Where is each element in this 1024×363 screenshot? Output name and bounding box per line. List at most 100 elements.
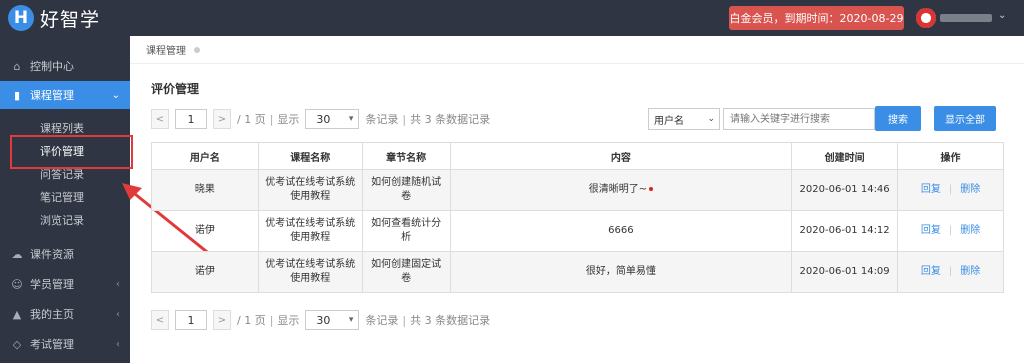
- logo[interactable]: H 好智学: [8, 4, 100, 32]
- sidebar-item-label: 控制中心: [30, 60, 74, 73]
- cell-actions: 回复 | 删除: [897, 251, 1004, 293]
- sidebar-item-dashboard[interactable]: ⌂ 控制中心: [0, 52, 130, 80]
- sidebar-item-label: 课件资源: [30, 248, 74, 261]
- cell-user: 晓果: [151, 169, 259, 211]
- sidebar-item-students[interactable]: ☺ 学员管理 ‹: [0, 270, 130, 298]
- page-number-input[interactable]: 1: [175, 310, 207, 330]
- search-input[interactable]: [723, 108, 875, 130]
- records-label: 条记录: [365, 314, 399, 327]
- next-page-button[interactable]: >: [213, 109, 231, 129]
- reply-link[interactable]: 回复: [921, 266, 941, 277]
- sidebar-item-exams[interactable]: ◇ 考试管理 ‹: [0, 330, 130, 358]
- tag-icon: ◇: [12, 337, 22, 351]
- divider: |: [269, 313, 274, 327]
- app-name: 好智学: [40, 8, 101, 31]
- divider: |: [402, 313, 407, 327]
- column-header: 用户名: [151, 142, 259, 170]
- show-label: 显示: [277, 314, 300, 327]
- search-field-value: 用户名: [654, 115, 684, 127]
- book-icon: ▮: [13, 88, 21, 102]
- membership-badge: 白金会员，到期时间：2020-08-29: [729, 6, 904, 30]
- chevron-down-icon[interactable]: ⌄: [998, 10, 1006, 21]
- sidebar-item-label: 考试管理: [30, 338, 74, 351]
- sidebar-item-homepage[interactable]: ▲ 我的主页 ‹: [0, 300, 130, 328]
- show-label: 显示: [277, 113, 300, 126]
- sidebar-item-course-management[interactable]: ▮ 课程管理 ⌄: [0, 81, 130, 109]
- pager-bottom: < 1 > / 1 页 | 显示 30 ▾ 条记录 | 共 3 条数据记录: [151, 309, 490, 331]
- total-records: 共 3 条数据记录: [410, 113, 491, 126]
- show-all-button[interactable]: 显示全部: [934, 106, 996, 131]
- username-redacted[interactable]: [940, 14, 992, 22]
- chevron-down-icon: ⌄: [707, 114, 715, 124]
- avatar[interactable]: [916, 8, 936, 28]
- page-size-value: 30: [316, 313, 331, 327]
- next-page-button[interactable]: >: [213, 310, 231, 330]
- search-button[interactable]: 搜索: [875, 106, 921, 131]
- table-row: 诺伊 优考试在线考试系统使用教程 如何查看统计分析 6666 2020-06-0…: [151, 210, 1004, 252]
- unread-dot-icon: [649, 187, 654, 191]
- page-total: / 1 页: [237, 113, 266, 126]
- sidebar-item-courseware[interactable]: ☁ 课件资源: [0, 240, 130, 268]
- page-size-select[interactable]: 30 ▾: [305, 109, 360, 129]
- users-icon: ☺: [11, 277, 23, 291]
- cell-content: 6666: [449, 210, 793, 252]
- column-header: 操作: [897, 142, 1004, 170]
- cell-course: 优考试在线考试系统使用教程: [257, 169, 363, 211]
- chevron-down-icon: ▾: [348, 315, 354, 325]
- prev-page-button[interactable]: <: [151, 109, 169, 129]
- table-row: 诺伊 优考试在线考试系统使用教程 如何创建固定试卷 很好，简单易懂 2020-0…: [151, 251, 1004, 293]
- reviews-table: 用户名 课程名称 章节名称 内容 创建时间 操作 晓果 优考试在线考试系统使用教…: [151, 142, 1004, 293]
- chevron-down-icon: ▾: [348, 114, 354, 124]
- close-dot-icon[interactable]: [194, 46, 200, 53]
- sidebar-item-label: 课程管理: [30, 89, 74, 102]
- mortarboard-icon: ▲: [12, 307, 22, 321]
- sidebar-sub-notes[interactable]: 笔记管理: [0, 185, 130, 208]
- divider: |: [948, 184, 953, 195]
- delete-link[interactable]: 删除: [960, 266, 980, 277]
- chevron-left-icon: ‹: [116, 308, 120, 320]
- sidebar-item-label: 学员管理: [30, 278, 74, 291]
- page-size-select[interactable]: 30 ▾: [305, 310, 360, 330]
- cell-course: 优考试在线考试系统使用教程: [257, 251, 363, 293]
- column-header: 创建时间: [791, 142, 899, 170]
- cell-course: 优考试在线考试系统使用教程: [257, 210, 363, 252]
- cell-content: 很清晰明了~: [449, 169, 793, 211]
- table-header-row: 用户名 课程名称 章节名称 内容 创建时间 操作: [151, 142, 1004, 170]
- breadcrumb-item[interactable]: 课程管理: [146, 42, 186, 57]
- column-header: 章节名称: [361, 142, 451, 170]
- cell-time: 2020-06-01 14:46: [791, 169, 899, 211]
- prev-page-button[interactable]: <: [151, 310, 169, 330]
- search-field-select[interactable]: 用户名 ⌄: [648, 108, 720, 130]
- records-label: 条记录: [365, 113, 399, 126]
- pager-top: < 1 > / 1 页 | 显示 30 ▾ 条记录 | 共 3 条数据记录: [151, 108, 490, 130]
- cloud-icon: ☁: [11, 247, 23, 261]
- annotation-highlight-box: [10, 135, 133, 169]
- divider: |: [948, 266, 953, 277]
- cell-chapter: 如何创建固定试卷: [361, 251, 451, 293]
- content-text: 很清晰明了~: [588, 184, 648, 195]
- page-total: / 1 页: [237, 314, 266, 327]
- page-size-value: 30: [316, 112, 331, 126]
- sidebar-sub-browse-history[interactable]: 浏览记录: [0, 208, 130, 231]
- chevron-down-icon: ⌄: [111, 89, 120, 101]
- reply-link[interactable]: 回复: [921, 225, 941, 236]
- cell-time: 2020-06-01 14:12: [791, 210, 899, 252]
- table-row: 晓果 优考试在线考试系统使用教程 如何创建随机试卷 很清晰明了~ 2020-06…: [151, 169, 1004, 211]
- reply-link[interactable]: 回复: [921, 184, 941, 195]
- column-header: 课程名称: [257, 142, 363, 170]
- page-number-input[interactable]: 1: [175, 109, 207, 129]
- cell-user: 诺伊: [151, 210, 259, 252]
- chevron-left-icon: ‹: [116, 278, 120, 290]
- cell-user: 诺伊: [151, 251, 259, 293]
- total-records: 共 3 条数据记录: [410, 314, 491, 327]
- cell-chapter: 如何创建随机试卷: [361, 169, 451, 211]
- top-bar: H 好智学 白金会员，到期时间：2020-08-29 ⌄: [0, 0, 1024, 36]
- delete-link[interactable]: 删除: [960, 184, 980, 195]
- cell-actions: 回复 | 删除: [897, 169, 1004, 211]
- home-icon: ⌂: [13, 59, 21, 73]
- delete-link[interactable]: 删除: [960, 225, 980, 236]
- cell-content: 很好，简单易懂: [449, 251, 793, 293]
- divider: |: [948, 225, 953, 236]
- sidebar-item-label: 我的主页: [30, 308, 74, 321]
- divider: |: [269, 112, 274, 126]
